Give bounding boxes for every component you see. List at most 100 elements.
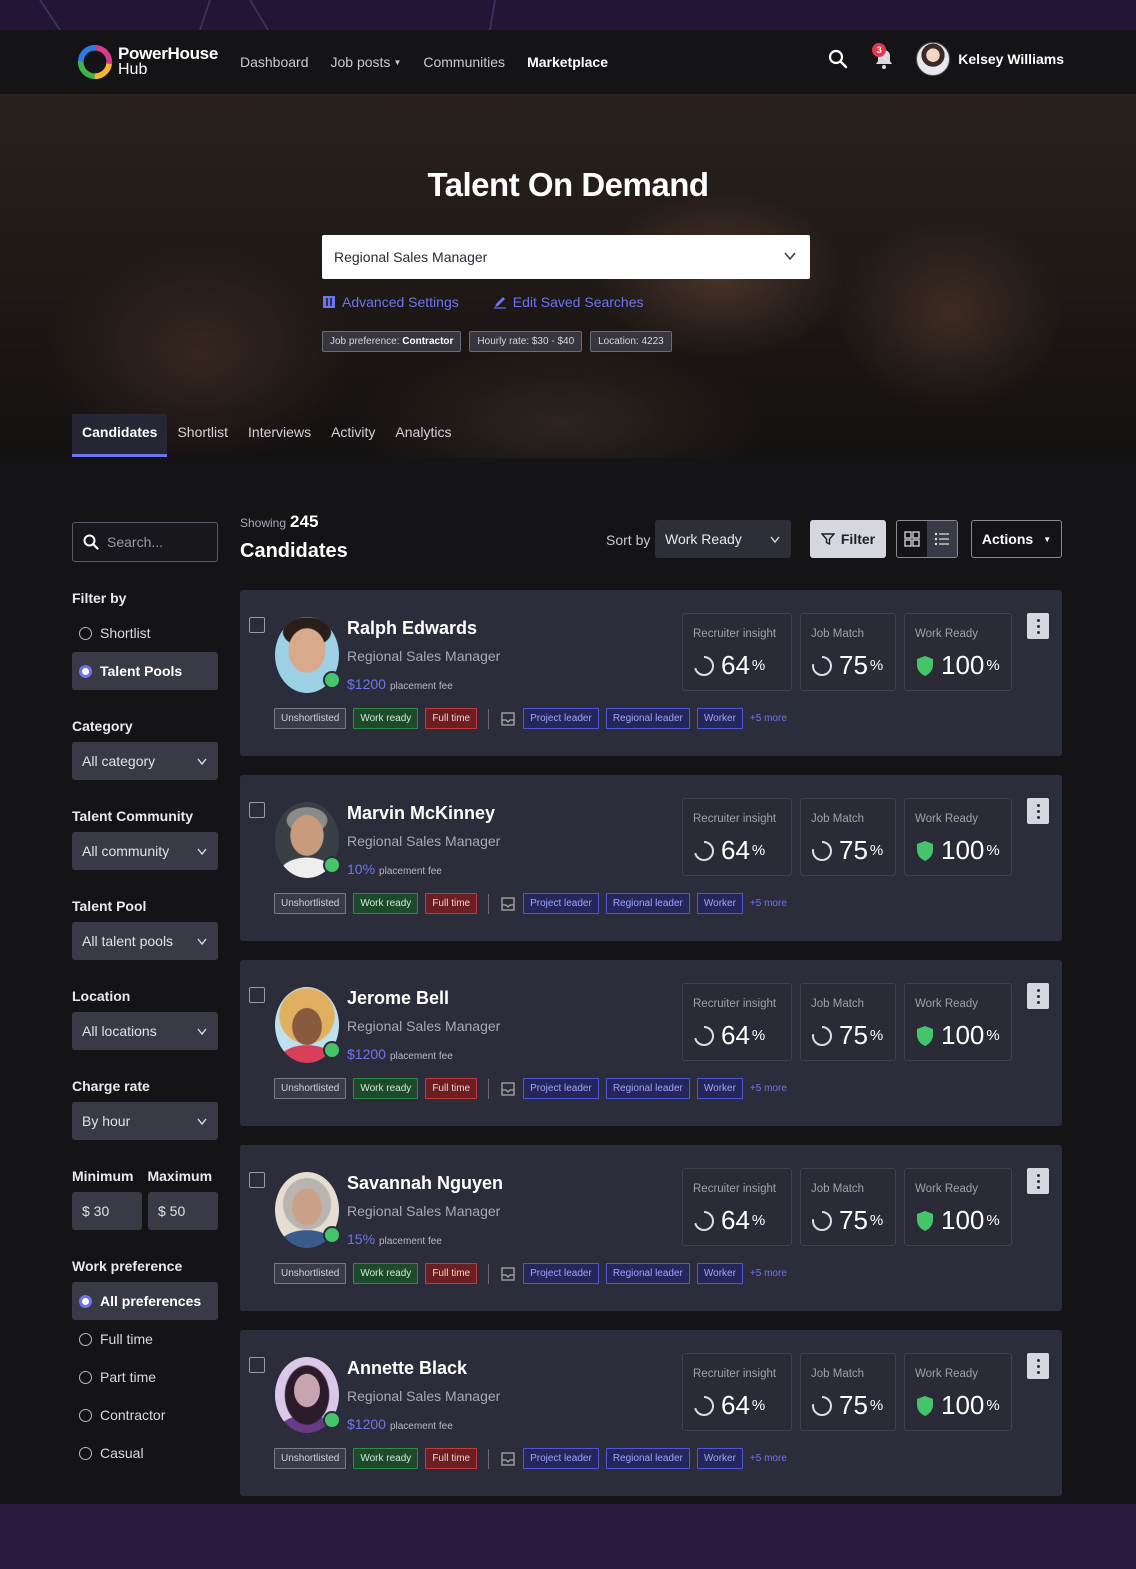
more-tags-link[interactable]: +5 more [750,1453,787,1464]
talent-community-select[interactable]: All community [72,832,218,870]
inbox-icon[interactable] [500,711,516,727]
nav-dashboard[interactable]: Dashboard [240,54,309,70]
tag-unshortlisted[interactable]: Unshortlisted [274,1263,347,1284]
candidate-card[interactable]: Jerome Bell Regional Sales Manager $1200… [240,960,1062,1126]
edit-saved-searches-label: Edit Saved Searches [512,294,644,310]
select-checkbox[interactable] [249,987,265,1003]
fee-amount: $1200 [347,676,386,692]
progress-ring-icon [812,1025,832,1046]
progress-ring-icon [694,1395,714,1416]
more-tags-link[interactable]: +5 more [750,898,787,909]
inbox-icon[interactable] [500,896,516,912]
chip-location[interactable]: Location: 4223 [590,331,672,352]
metric-value: 100 [941,1390,985,1420]
percent-sign: % [751,657,766,674]
select-checkbox[interactable] [249,1357,265,1373]
tab-shortlist[interactable]: Shortlist [167,414,238,457]
more-tags-link[interactable]: +5 more [750,1083,787,1094]
radio-part-time[interactable]: Part time [72,1358,218,1396]
candidate-name[interactable]: Ralph Edwards [347,618,477,639]
candidate-card[interactable]: Ralph Edwards Regional Sales Manager $12… [240,590,1062,756]
metric-label: Work Ready [915,813,979,825]
inbox-icon[interactable] [500,1451,516,1467]
tag-full-time: Full time [425,1448,478,1469]
percent-sign: % [986,842,1000,859]
fee-amount: $1200 [347,1416,386,1432]
tag-unshortlisted[interactable]: Unshortlisted [274,1448,347,1469]
tag-unshortlisted[interactable]: Unshortlisted [274,1078,347,1099]
tag-unshortlisted[interactable]: Unshortlisted [274,708,347,729]
nav-job-posts[interactable]: Job posts ▼ [331,54,402,70]
recruiter-insight-metric: Recruiter insight 64% [682,613,792,691]
category-select[interactable]: All category [72,742,218,780]
candidate-name[interactable]: Savannah Nguyen [347,1173,503,1194]
more-options-icon[interactable] [1027,983,1049,1009]
list-view-icon[interactable] [927,521,957,557]
radio-all-preferences[interactable]: All preferences [72,1282,218,1320]
maximum-rate-input[interactable]: $ 50 [148,1192,218,1230]
chip-hourly-rate[interactable]: Hourly rate: $30 - $40 [469,331,583,352]
metric-value: 75 [839,1390,868,1420]
filter-button[interactable]: Filter [810,520,886,558]
radio-casual[interactable]: Casual [72,1434,218,1472]
percent-sign: % [751,842,766,859]
category-label: Category [72,718,133,734]
main-content: Search... Filter by Shortlist Talent Poo… [0,458,1136,1504]
minimum-rate-input[interactable]: $ 30 [72,1192,142,1230]
showing-count: 245 [290,512,319,531]
radio-circle [79,1294,92,1308]
metric-value: 100 [941,650,985,680]
nav-communities[interactable]: Communities [423,54,505,70]
radio-shortlist[interactable]: Shortlist [72,614,218,652]
candidate-name[interactable]: Jerome Bell [347,988,449,1009]
job-search-select[interactable]: Regional Sales Manager [322,235,810,279]
grid-view-icon[interactable] [897,521,927,557]
charge-rate-select[interactable]: By hour [72,1102,218,1140]
tag-unshortlisted[interactable]: Unshortlisted [274,893,347,914]
user-menu[interactable]: Kelsey Williams [916,42,1064,76]
select-checkbox[interactable] [249,802,265,818]
more-tags-link[interactable]: +5 more [750,1268,787,1279]
location-select[interactable]: All locations [72,1012,218,1050]
edit-saved-searches-link[interactable]: Edit Saved Searches [493,294,644,310]
actions-dropdown-button[interactable]: Actions ▼ [971,520,1062,558]
sort-by-select[interactable]: Work Ready [655,520,791,558]
tab-analytics[interactable]: Analytics [385,414,461,457]
candidate-name[interactable]: Marvin McKinney [347,803,495,824]
tab-interviews[interactable]: Interviews [238,414,321,457]
tag-skill: Project leader [523,1263,599,1284]
select-checkbox[interactable] [249,1172,265,1188]
progress-ring-icon [812,840,832,861]
recruiter-insight-metric: Recruiter insight 64% [682,798,792,876]
sidebar-search-input[interactable]: Search... [72,522,218,562]
more-options-icon[interactable] [1027,1168,1049,1194]
inbox-icon[interactable] [500,1266,516,1282]
pencil-icon [493,297,506,309]
select-checkbox[interactable] [249,617,265,633]
percent-sign: % [986,1212,1000,1229]
candidate-card[interactable]: Savannah Nguyen Regional Sales Manager 1… [240,1145,1062,1311]
radio-full-time[interactable]: Full time [72,1320,218,1358]
page-title: Talent On Demand [427,166,709,203]
tab-activity[interactable]: Activity [321,414,385,457]
powerhouse-logo[interactable]: PowerHouse Hub [76,40,218,84]
nav-marketplace[interactable]: Marketplace [527,54,608,70]
candidate-name[interactable]: Annette Black [347,1358,467,1379]
talent-pool-select[interactable]: All talent pools [72,922,218,960]
more-options-icon[interactable] [1027,1353,1049,1379]
placement-fee: $1200 placement fee [347,1416,453,1432]
candidate-card[interactable]: Annette Black Regional Sales Manager $12… [240,1330,1062,1496]
candidate-card[interactable]: Marvin McKinney Regional Sales Manager 1… [240,775,1062,941]
chip-job-preference[interactable]: Job preference: Contractor [322,331,462,352]
notification-bell-icon[interactable]: 3 [870,43,898,73]
more-options-icon[interactable] [1027,798,1049,824]
tag-divider [488,1078,490,1099]
more-options-icon[interactable] [1027,613,1049,639]
advanced-settings-link[interactable]: Advanced Settings [322,294,459,310]
inbox-icon[interactable] [500,1081,516,1097]
more-tags-link[interactable]: +5 more [750,713,787,724]
tab-candidates[interactable]: Candidates [72,414,168,457]
radio-talent-pools[interactable]: Talent Pools [72,652,218,690]
radio-contractor[interactable]: Contractor [72,1396,218,1434]
search-icon[interactable] [824,45,852,73]
